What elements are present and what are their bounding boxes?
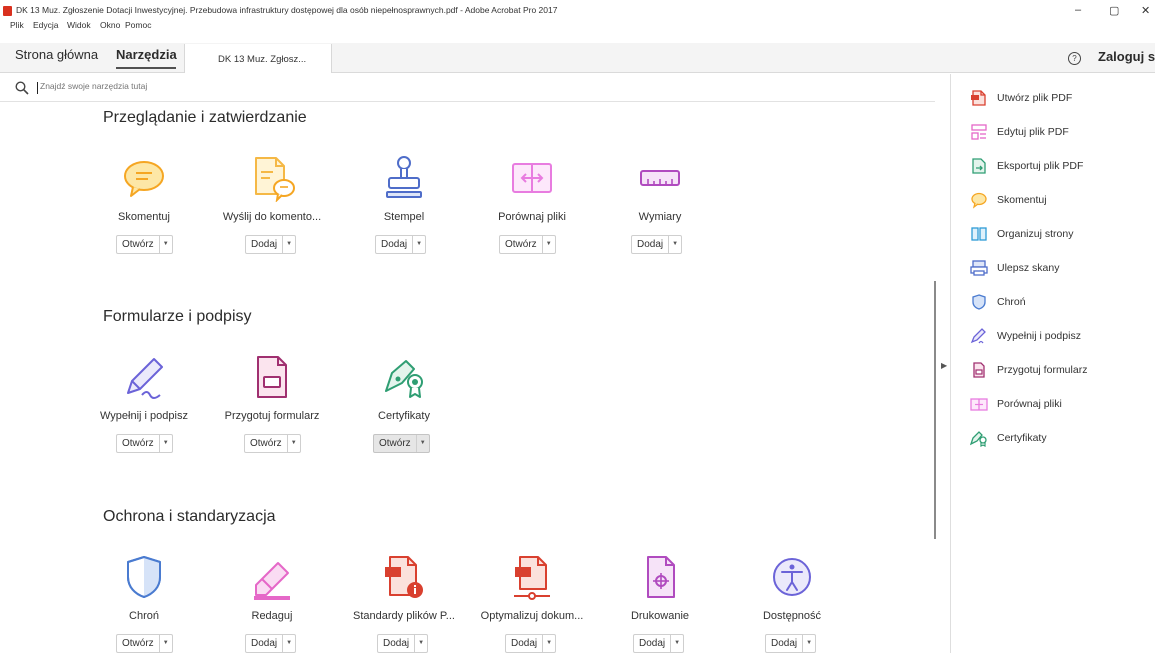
scrollbar-thumb[interactable] <box>934 281 936 539</box>
minimize-button[interactable]: – <box>1075 4 1081 16</box>
window-title: DK 13 Muz. Zgłoszenie Dotacji Inwestycyj… <box>16 5 558 15</box>
right-pane-item-fill-sign[interactable]: Wypełnij i podpisz <box>970 326 1081 346</box>
section-title-review: Przeglądanie i zatwierdzanie <box>103 109 307 126</box>
certificates-icon <box>970 431 987 447</box>
open-button[interactable]: Otwórz ▼ <box>116 634 173 653</box>
pdf-standards-icon[interactable] <box>380 553 428 601</box>
close-button[interactable]: ✕ <box>1141 4 1150 17</box>
menu-bar: Plik Edycja Widok Okno Pomoc <box>0 20 1155 33</box>
right-pane-item-create-pdf[interactable]: Utwórz plik PDF <box>970 88 1072 108</box>
search-icon <box>15 81 29 95</box>
collapse-pane-arrow-icon[interactable]: ▶ <box>941 361 947 370</box>
text-cursor <box>37 82 38 94</box>
open-button[interactable]: Otwórz ▼ <box>373 434 430 453</box>
tab-tools[interactable]: Narzędzia <box>116 47 177 62</box>
tab-document[interactable]: DK 13 Muz. Zgłosz... <box>184 44 332 73</box>
menu-edycja[interactable]: Edycja <box>33 20 59 30</box>
active-tab-indicator <box>116 67 176 69</box>
add-button[interactable]: Dodaj ▼ <box>765 634 817 653</box>
tool-name: Dostępność <box>762 610 822 622</box>
right-pane-item-prepare-form[interactable]: Przygotuj formularz <box>970 360 1087 380</box>
comment-icon[interactable] <box>120 154 168 202</box>
fill-sign-icon <box>970 328 986 344</box>
open-button[interactable]: Otwórz ▼ <box>499 235 556 254</box>
search-input[interactable] <box>40 81 340 91</box>
enhance-scans-icon <box>970 260 988 276</box>
tool-name: Redaguj <box>251 610 293 622</box>
tool-name: Optymalizuj dokum... <box>480 610 584 622</box>
tool-name: Skomentuj <box>118 211 170 223</box>
right-pane-item-organize-pages[interactable]: Organizuj strony <box>970 224 1073 244</box>
acrobat-app-icon <box>3 6 12 16</box>
open-button[interactable]: Otwórz ▼ <box>244 434 301 453</box>
tool-name: Wymiary <box>638 211 682 223</box>
prepare-form-icon[interactable] <box>248 353 296 401</box>
tool-name: Certyfikaty <box>378 410 430 422</box>
add-button[interactable]: Dodaj ▼ <box>505 634 557 653</box>
compare-files-icon <box>970 398 988 411</box>
menu-widok[interactable]: Widok <box>67 20 91 30</box>
title-bar: DK 13 Muz. Zgłoszenie Dotacji Inwestycyj… <box>0 4 1155 20</box>
right-pane-item-edit-pdf[interactable]: Edytuj plik PDF <box>970 122 1069 142</box>
section-title-protection: Ochrona i standaryzacja <box>103 508 276 525</box>
tool-name: Standardy plików P... <box>353 610 455 622</box>
add-button[interactable]: Dodaj ▼ <box>375 235 427 254</box>
add-button[interactable]: Dodaj ▼ <box>633 634 685 653</box>
stamp-icon[interactable] <box>380 154 428 202</box>
tool-name: Porównaj pliki <box>498 211 566 223</box>
right-tool-pane: Utwórz plik PDF Edytuj plik PDF Eksportu… <box>951 74 1155 653</box>
tools-center: Przeglądanie i zatwierdzanie Skomentuj O… <box>0 102 935 653</box>
help-icon[interactable]: ? <box>1068 52 1081 65</box>
tool-name: Wyślij do komento... <box>222 211 322 223</box>
fill-sign-icon[interactable] <box>120 353 168 401</box>
tab-home[interactable]: Strona główna <box>15 47 98 62</box>
maximize-button[interactable]: ▢ <box>1109 4 1119 17</box>
print-production-icon[interactable] <box>636 553 684 601</box>
compare-files-icon[interactable] <box>508 154 556 202</box>
open-button[interactable]: Otwórz ▼ <box>116 235 173 254</box>
redact-icon[interactable] <box>248 553 296 601</box>
tool-search-bar <box>0 74 935 102</box>
right-pane-item-protect[interactable]: Chroń <box>970 292 1026 312</box>
right-pane-item-export-pdf[interactable]: Eksportuj plik PDF <box>970 156 1083 176</box>
add-button[interactable]: Dodaj ▼ <box>631 235 683 254</box>
tool-name: Stempel <box>383 211 425 223</box>
right-pane-item-certificates[interactable]: Certyfikaty <box>970 428 1047 448</box>
protect-icon <box>972 294 986 310</box>
open-button[interactable]: Otwórz ▼ <box>116 434 173 453</box>
tool-name: Chroń <box>129 610 159 622</box>
measure-icon[interactable] <box>636 154 684 202</box>
tab-bar: Strona główna Narzędzia DK 13 Muz. Zgłos… <box>0 43 1155 73</box>
certificates-icon[interactable] <box>380 353 428 401</box>
tool-name: Przygotuj formularz <box>224 410 320 422</box>
add-button[interactable]: Dodaj ▼ <box>377 634 429 653</box>
add-button[interactable]: Dodaj ▼ <box>245 235 297 254</box>
create-pdf-icon <box>971 90 986 106</box>
optimize-pdf-icon[interactable] <box>508 553 556 601</box>
protect-icon[interactable] <box>120 553 168 601</box>
login-link[interactable]: Zaloguj si <box>1098 49 1155 64</box>
export-pdf-icon <box>972 158 986 174</box>
section-title-forms: Formularze i podpisy <box>103 308 252 325</box>
send-for-comments-icon[interactable] <box>248 154 296 202</box>
tool-name: Drukowanie <box>630 610 690 622</box>
menu-okno[interactable]: Okno <box>100 20 120 30</box>
tool-name: Wypełnij i podpisz <box>100 410 188 422</box>
organize-pages-icon <box>971 227 987 241</box>
right-pane-item-comment[interactable]: Skomentuj <box>970 190 1047 210</box>
menu-pomoc[interactable]: Pomoc <box>125 20 151 30</box>
right-pane-item-enhance-scans[interactable]: Ulepsz skany <box>970 258 1059 278</box>
prepare-form-icon <box>973 362 985 378</box>
accessibility-icon[interactable] <box>768 553 816 601</box>
edit-pdf-icon <box>971 124 987 140</box>
right-pane-item-compare-files[interactable]: Porównaj pliki <box>970 394 1062 414</box>
comment-icon <box>971 192 987 209</box>
add-button[interactable]: Dodaj ▼ <box>245 634 297 653</box>
menu-plik[interactable]: Plik <box>10 20 24 30</box>
